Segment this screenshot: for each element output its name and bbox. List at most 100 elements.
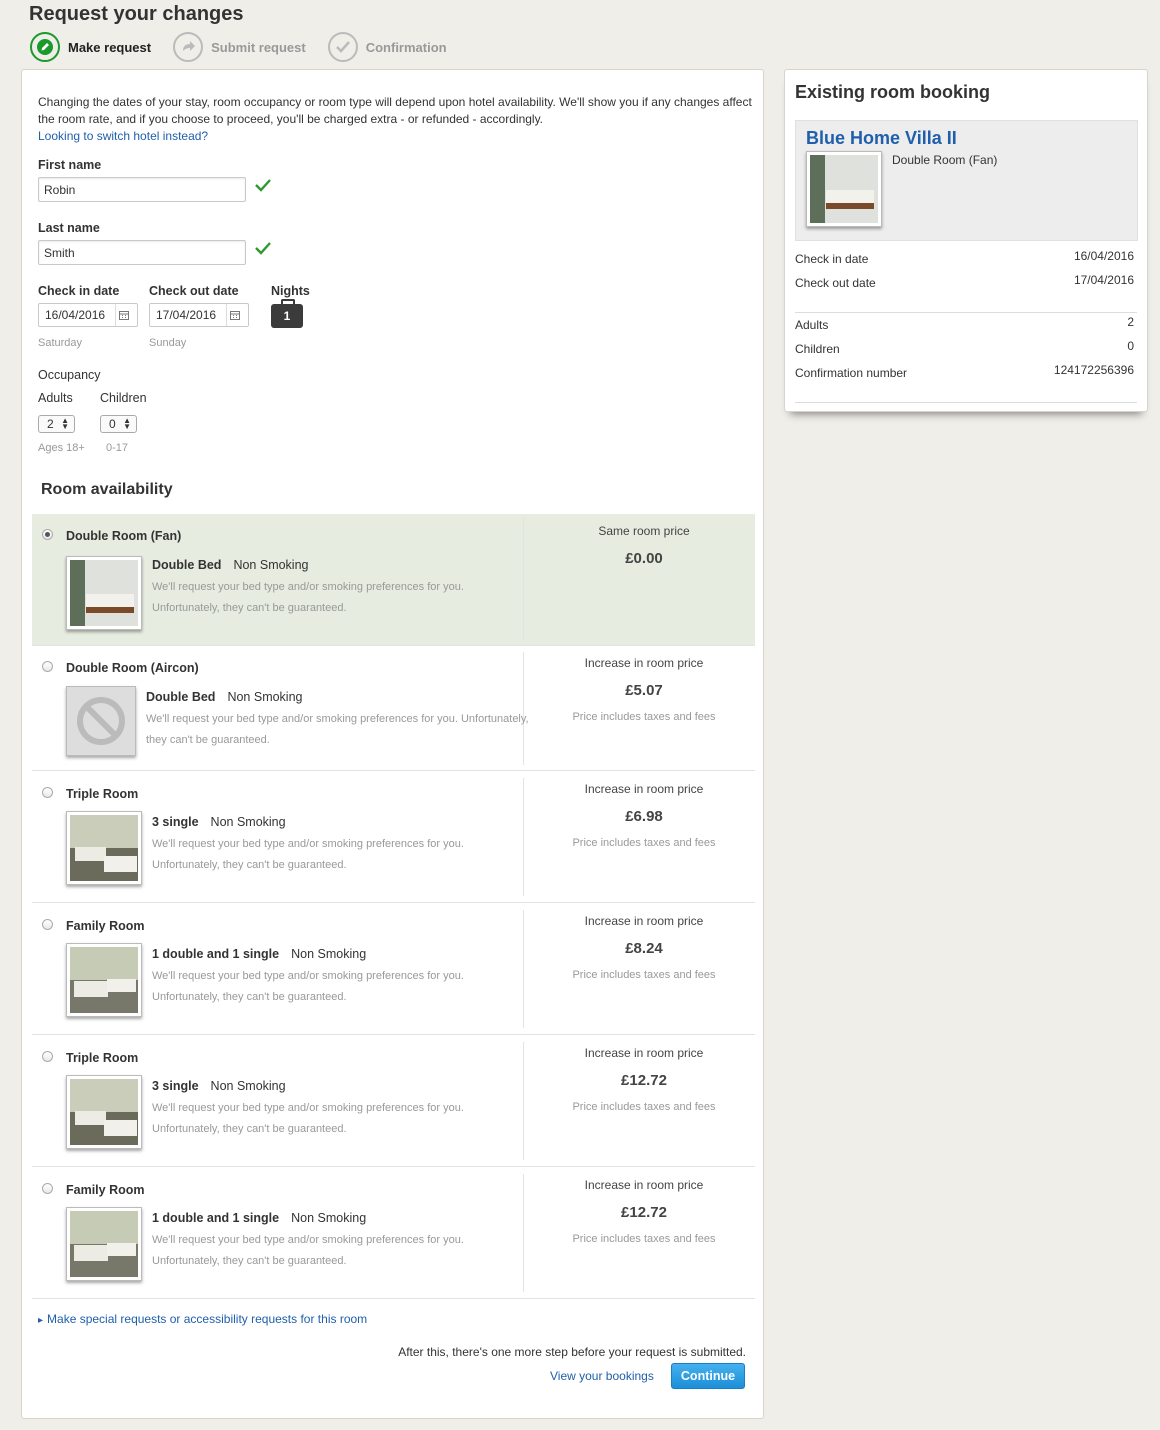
room-note: We'll request your bed type and/or smoki…: [152, 577, 464, 619]
calendar-icon[interactable]: [115, 304, 131, 326]
room-photo: [66, 556, 142, 630]
bed-type: Double Bed: [146, 690, 216, 704]
nights-value: 1: [283, 309, 291, 323]
price-heading: Increase in room price: [584, 656, 704, 670]
bed-info: 1 double and 1 single Non Smoking: [152, 1211, 366, 1225]
row-divider: [32, 902, 755, 903]
step-label: Confirmation: [365, 39, 447, 55]
existing-confirmation-row: Confirmation number 124172256396: [795, 363, 1134, 380]
bed-type: 1 double and 1 single: [152, 947, 280, 961]
existing-booking-title: Existing room booking: [795, 82, 991, 102]
room-photo: [66, 1075, 142, 1149]
chevron-right-icon: ▸: [38, 1315, 44, 1326]
price-note: Price includes taxes and fees: [572, 711, 716, 723]
special-requests-link[interactable]: ▸ Make special requests or accessibility …: [38, 1312, 367, 1326]
column-divider: [523, 1042, 524, 1160]
room-note-line: We'll request your bed type and/or smoki…: [152, 970, 464, 982]
check-out-date-input[interactable]: 17/04/2016: [149, 303, 249, 327]
check-out-day: Sunday: [149, 337, 187, 349]
continue-button[interactable]: Continue: [671, 1363, 745, 1389]
adults-label: Adults: [38, 391, 73, 405]
room-note-line: Unfortunately, they can't be guaranteed.: [152, 602, 347, 614]
room-price: £5.07: [625, 682, 663, 699]
room-radio-4[interactable]: [42, 1051, 53, 1062]
updown-arrows-icon: ▲ ▼: [123, 416, 131, 431]
existing-check-in-label: Check in date: [795, 252, 869, 266]
valid-check-icon: [255, 179, 271, 192]
calendar-icon[interactable]: [226, 304, 242, 326]
children-hint: 0-17: [106, 442, 129, 454]
column-divider: [523, 1174, 524, 1292]
price-note: Price includes taxes and fees: [572, 1101, 716, 1113]
room-note-line: Unfortunately, they can't be guaranteed.: [152, 859, 347, 871]
room-radio-2[interactable]: [42, 787, 53, 798]
first-name-input[interactable]: [38, 177, 246, 202]
no-image-placeholder: [66, 686, 136, 756]
room-note: We'll request your bed type and/or smoki…: [146, 709, 529, 751]
existing-confirmation-value: 124172256396: [1053, 363, 1134, 377]
room-name: Triple Room: [66, 1051, 139, 1065]
check-in-day: Saturday: [38, 337, 83, 349]
column-divider: [523, 778, 524, 896]
bed-shape: [104, 855, 137, 872]
switch-hotel-link[interactable]: Looking to switch hotel instead?: [38, 129, 208, 143]
view-bookings-link[interactable]: View your bookings: [550, 1369, 654, 1383]
room-radio-1[interactable]: [42, 661, 53, 672]
last-name-input[interactable]: [38, 240, 246, 265]
room-note-line: We'll request your bed type and/or smoki…: [152, 581, 464, 593]
bed-shape: [86, 594, 134, 613]
column-divider: [523, 910, 524, 1028]
children-select[interactable]: 0 ▲ ▼: [100, 415, 137, 433]
check-in-date-input[interactable]: 16/04/2016: [38, 303, 138, 327]
room-note: We'll request your bed type and/or smoki…: [152, 834, 464, 876]
price-heading: Same room price: [598, 524, 690, 538]
room-radio-0[interactable]: [42, 529, 53, 540]
price-heading: Increase in room price: [584, 782, 704, 796]
bed-info: 3 single Non Smoking: [152, 815, 286, 829]
room-name: Family Room: [66, 919, 145, 933]
divider: [795, 312, 1137, 313]
price-heading: Increase in room price: [584, 1178, 704, 1192]
hotel-room-photo: [806, 151, 882, 227]
step-confirmation: Confirmation: [327, 32, 447, 62]
smoking-pref: Non Smoking: [291, 947, 367, 961]
nights-label: Nights: [271, 284, 310, 298]
bed-info: Double Bed Non Smoking: [152, 558, 309, 572]
hotel-name-link[interactable]: Blue Home Villa II: [806, 128, 957, 149]
room-radio-5[interactable]: [42, 1183, 53, 1194]
divider: [795, 402, 1137, 403]
bed-shape: [74, 981, 109, 998]
nights-count-badge: 1: [271, 299, 303, 328]
bed-info: Double Bed Non Smoking: [146, 690, 303, 704]
adults-select[interactable]: 2 ▲ ▼: [38, 415, 75, 433]
column-divider: [523, 518, 524, 640]
step-label: Make request: [68, 39, 152, 55]
room-photo: [66, 811, 142, 885]
room-radio-3[interactable]: [42, 919, 53, 930]
step-label: Submit request: [211, 39, 306, 55]
smoking-pref: Non Smoking: [291, 1211, 367, 1225]
bed-shape: [75, 1110, 107, 1126]
row-divider: [32, 1298, 755, 1299]
room-note-line: We'll request your bed type and/or smoki…: [152, 1102, 464, 1114]
share-arrow-icon: [173, 32, 204, 62]
bed-type: 3 single: [152, 815, 199, 829]
room-note-line: We'll request your bed type and/or smoki…: [146, 713, 529, 725]
room-photo-image: [70, 1079, 138, 1145]
existing-booking-panel: Existing room booking Blue Home Villa II…: [784, 69, 1148, 412]
bed-info: 3 single Non Smoking: [152, 1079, 286, 1093]
smoking-pref: Non Smoking: [210, 815, 286, 829]
price-note: Price includes taxes and fees: [572, 969, 716, 981]
request-form-panel: Changing the dates of your stay, room oc…: [21, 69, 764, 1419]
room-note: We'll request your bed type and/or smoki…: [152, 1098, 464, 1140]
check-icon: [327, 32, 358, 62]
existing-check-in-value: 16/04/2016: [1073, 249, 1134, 263]
last-name-label: Last name: [38, 221, 100, 235]
check-out-label: Check out date: [149, 284, 239, 298]
bed-shape: [107, 978, 136, 992]
row-divider: [32, 770, 755, 771]
room-note-line: We'll request your bed type and/or smoki…: [152, 838, 464, 850]
existing-adults-value: 2: [1127, 315, 1134, 329]
progress-steps: Make request Submit request Confirmation: [30, 32, 469, 62]
pencil-icon: [30, 32, 60, 62]
